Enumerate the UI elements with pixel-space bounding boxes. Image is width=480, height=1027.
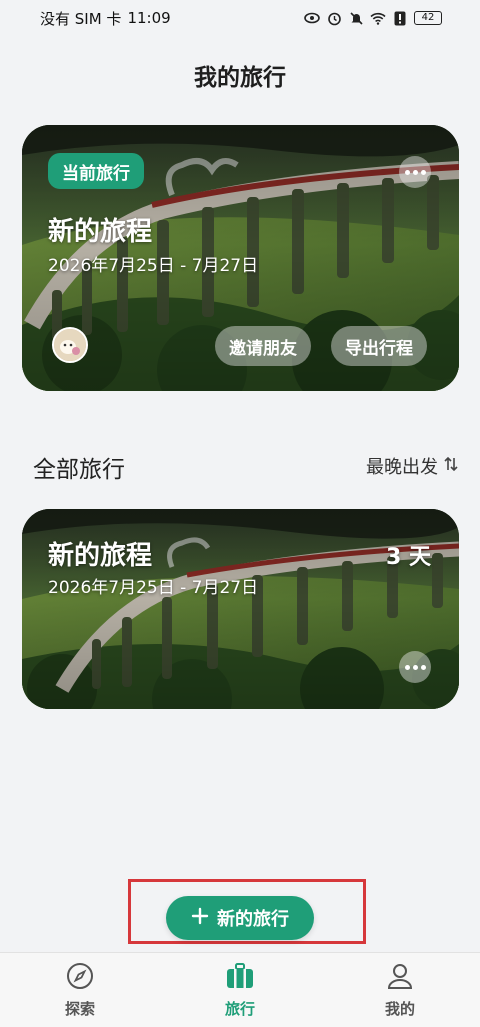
status-left: 没有 SIM 卡 11:09 bbox=[40, 8, 171, 29]
alert-icon bbox=[392, 10, 408, 26]
export-itinerary-button[interactable]: 导出行程 bbox=[331, 326, 427, 366]
battery-level: 42 bbox=[421, 12, 435, 23]
trip-list-card[interactable]: 新的旅程 2026年7月25日 - 7月27日 3 天 bbox=[22, 509, 459, 709]
dog-avatar-icon bbox=[54, 329, 86, 361]
current-trip-dates: 2026年7月25日 - 7月27日 bbox=[48, 256, 259, 276]
nav-trips[interactable]: 旅行 bbox=[160, 953, 320, 1027]
nav-explore-label: 探索 bbox=[64, 999, 95, 1018]
page-title: 我的旅行 bbox=[194, 65, 286, 91]
trip-dates: 2026年7月25日 - 7月27日 bbox=[48, 578, 259, 598]
bottom-nav: 探索 旅行 我的 bbox=[0, 952, 480, 1027]
new-trip-label: 新的旅行 bbox=[217, 909, 289, 930]
sort-control[interactable]: 最晚出发 bbox=[366, 453, 458, 479]
all-trips-title: 全部旅行 bbox=[33, 457, 125, 483]
alarm-icon bbox=[326, 10, 342, 26]
dot bbox=[420, 664, 426, 670]
dot bbox=[420, 169, 426, 175]
sort-icon bbox=[444, 456, 458, 477]
dot bbox=[412, 664, 418, 670]
wifi-icon bbox=[370, 10, 386, 26]
nav-trips-label: 旅行 bbox=[224, 999, 255, 1018]
nav-explore[interactable]: 探索 bbox=[0, 953, 160, 1027]
dot bbox=[404, 169, 410, 175]
status-bar: 没有 SIM 卡 11:09 42 bbox=[0, 0, 480, 36]
trip-duration: 3 天 bbox=[386, 545, 431, 570]
trip-name: 新的旅程 bbox=[48, 541, 153, 571]
current-trip-card[interactable]: 当前旅行 新的旅程 2026年7月25日 - 7月27日 邀请朋友 导出行程 bbox=[22, 125, 459, 391]
sort-label: 最晚出发 bbox=[366, 457, 438, 478]
new-trip-button[interactable]: 新的旅行 bbox=[166, 896, 314, 940]
dot bbox=[404, 664, 410, 670]
dot bbox=[412, 169, 418, 175]
trip-more-button[interactable] bbox=[399, 651, 431, 683]
compass-icon bbox=[66, 962, 94, 994]
status-icons: 42 bbox=[304, 10, 442, 26]
current-trip-badge: 当前旅行 bbox=[48, 153, 144, 189]
plus-icon bbox=[191, 907, 209, 930]
carrier-text: 没有 SIM 卡 bbox=[40, 9, 122, 28]
mute-icon bbox=[348, 10, 364, 26]
nav-profile[interactable]: 我的 bbox=[320, 953, 480, 1027]
person-icon bbox=[386, 962, 414, 994]
current-trip-more-button[interactable] bbox=[399, 156, 431, 188]
current-trip-name: 新的旅程 bbox=[48, 217, 153, 247]
clock: 11:09 bbox=[127, 9, 171, 27]
eye-icon bbox=[304, 10, 320, 26]
nav-profile-label: 我的 bbox=[384, 999, 415, 1018]
avatar[interactable] bbox=[52, 327, 88, 363]
invite-friends-button[interactable]: 邀请朋友 bbox=[215, 326, 311, 366]
battery-icon: 42 bbox=[414, 11, 442, 25]
suitcase-icon bbox=[225, 962, 255, 994]
